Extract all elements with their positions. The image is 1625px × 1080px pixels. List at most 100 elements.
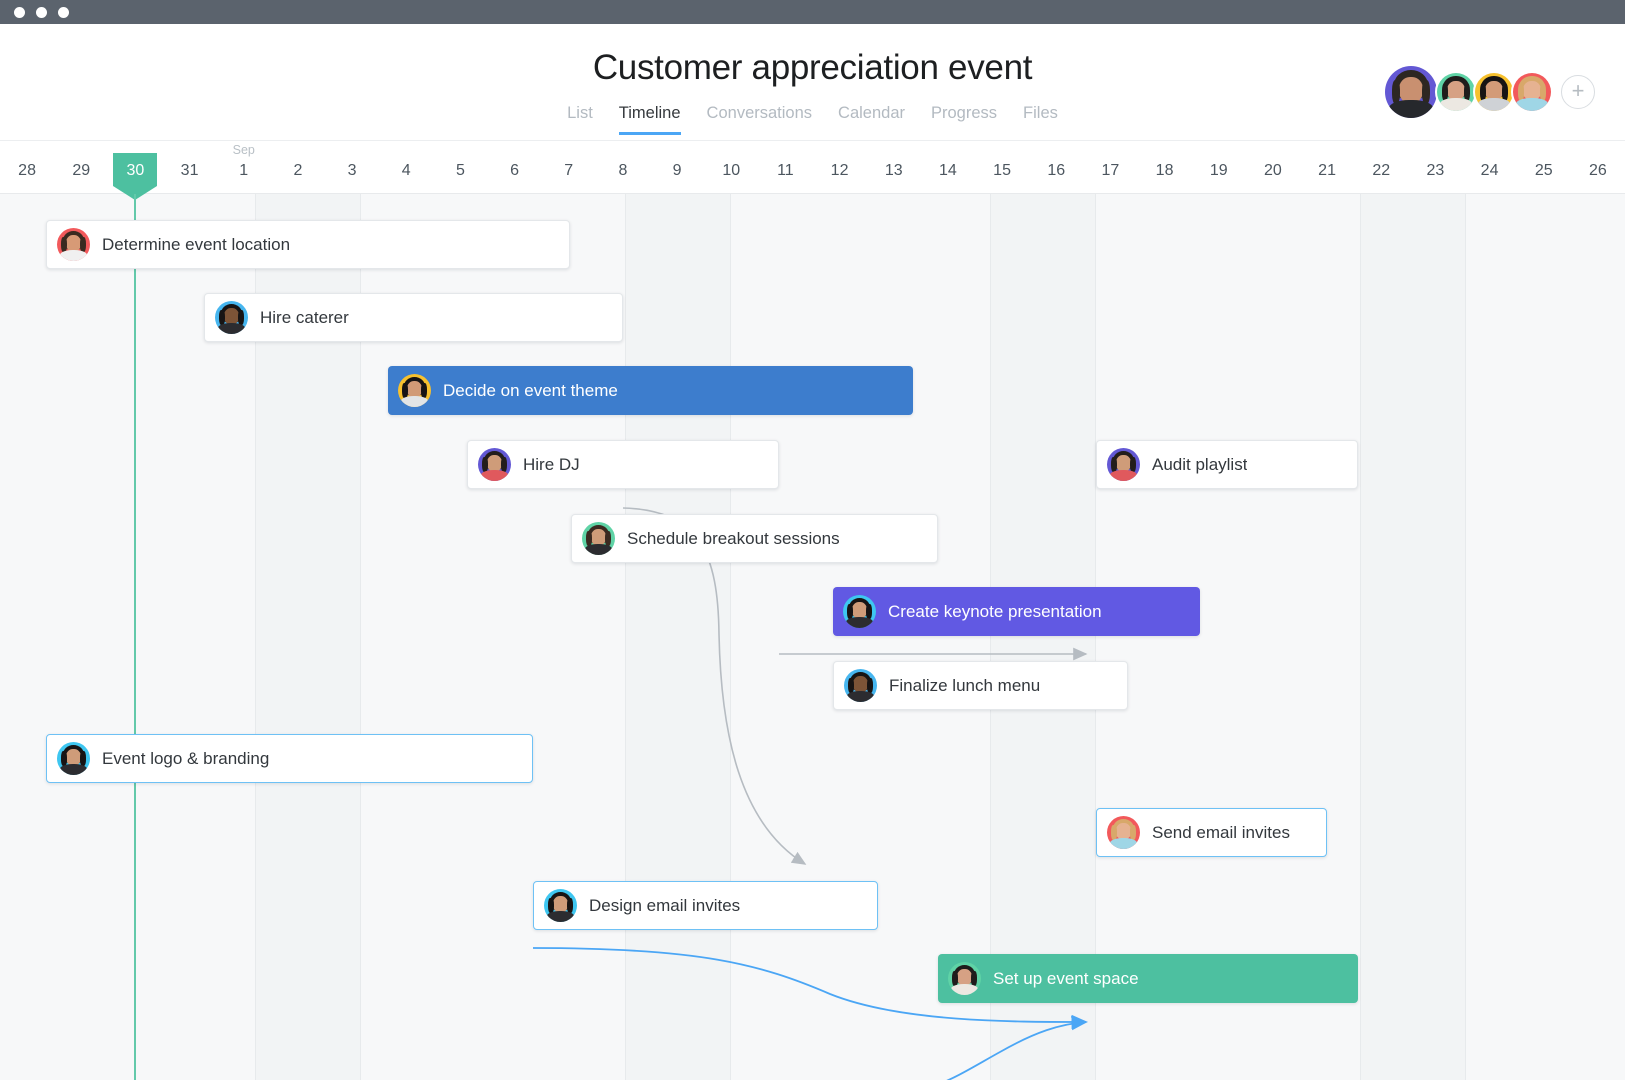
ruler-day[interactable]: 23 — [1408, 141, 1462, 194]
ruler-day-number: 12 — [813, 162, 867, 180]
tab-conversations[interactable]: Conversations — [707, 104, 812, 135]
task-assignee-avatar[interactable] — [398, 374, 431, 407]
tab-progress[interactable]: Progress — [931, 104, 997, 135]
ruler-day[interactable]: 24 — [1463, 141, 1517, 194]
ruler-day-number: 23 — [1408, 162, 1462, 180]
task-bar[interactable]: Set up event space — [938, 954, 1358, 1003]
tab-files[interactable]: Files — [1023, 104, 1058, 135]
ruler-day[interactable]: 16 — [1029, 141, 1083, 194]
avatar-face — [57, 742, 90, 775]
ruler-day-number: 7 — [542, 162, 596, 180]
add-member-button[interactable]: + — [1561, 75, 1595, 109]
ruler-day[interactable]: 10 — [704, 141, 758, 194]
task-bar[interactable]: Hire DJ — [467, 440, 779, 489]
ruler-day[interactable]: 25 — [1517, 141, 1571, 194]
ruler-day[interactable]: 3 — [325, 141, 379, 194]
minimize-icon[interactable] — [36, 7, 47, 18]
member-avatar-3[interactable] — [1473, 71, 1515, 113]
ruler-day[interactable]: 20 — [1246, 141, 1300, 194]
avatar-face — [948, 962, 981, 995]
grid-line — [1095, 194, 1096, 1080]
ruler-day[interactable]: 22 — [1354, 141, 1408, 194]
task-assignee-avatar[interactable] — [582, 522, 615, 555]
task-assignee-avatar[interactable] — [544, 889, 577, 922]
task-bar[interactable]: Finalize lunch menu — [833, 661, 1128, 710]
tab-calendar[interactable]: Calendar — [838, 104, 905, 135]
ruler-day-today[interactable]: 30 — [108, 141, 162, 194]
task-label: Finalize lunch menu — [889, 676, 1040, 696]
ruler-day[interactable]: 12 — [813, 141, 867, 194]
maximize-icon[interactable] — [58, 7, 69, 18]
task-label: Event logo & branding — [102, 749, 269, 769]
task-bar[interactable]: Event logo & branding — [46, 734, 533, 783]
member-avatar-2[interactable] — [1435, 71, 1477, 113]
avatar-face — [398, 374, 431, 407]
ruler-day[interactable]: 5 — [433, 141, 487, 194]
ruler-day[interactable]: 2 — [271, 141, 325, 194]
ruler-day-number: 21 — [1300, 162, 1354, 180]
task-assignee-avatar[interactable] — [57, 742, 90, 775]
task-bar[interactable]: Decide on event theme — [388, 366, 913, 415]
timeline-canvas[interactable]: Determine event location Hire caterer Deci… — [0, 194, 1625, 1080]
task-label: Set up event space — [993, 969, 1139, 989]
member-avatar-1[interactable] — [1383, 64, 1439, 120]
timeline-date-ruler[interactable]: 28293031Sep12345678910111213141516171819… — [0, 141, 1625, 194]
ruler-day[interactable]: 17 — [1083, 141, 1137, 194]
ruler-day[interactable]: Sep1 — [217, 141, 271, 194]
task-bar[interactable]: Determine event location — [46, 220, 570, 269]
task-assignee-avatar[interactable] — [1107, 448, 1140, 481]
task-assignee-avatar[interactable] — [478, 448, 511, 481]
ruler-day[interactable]: 14 — [921, 141, 975, 194]
ruler-day[interactable]: 18 — [1138, 141, 1192, 194]
ruler-day-number: 13 — [867, 162, 921, 180]
ruler-day[interactable]: 7 — [542, 141, 596, 194]
ruler-day[interactable]: 21 — [1300, 141, 1354, 194]
avatar-face — [843, 595, 876, 628]
task-label: Decide on event theme — [443, 381, 618, 401]
ruler-day-number: 11 — [758, 162, 812, 180]
avatar-face — [1513, 73, 1551, 111]
ruler-day[interactable]: 19 — [1192, 141, 1246, 194]
tab-timeline[interactable]: Timeline — [619, 104, 681, 135]
avatar-face — [1107, 816, 1140, 849]
ruler-day-number: 18 — [1138, 162, 1192, 180]
avatar-face — [544, 889, 577, 922]
ruler-day[interactable]: 15 — [975, 141, 1029, 194]
ruler-day[interactable]: 4 — [379, 141, 433, 194]
ruler-day[interactable]: 28 — [0, 141, 54, 194]
task-assignee-avatar[interactable] — [843, 595, 876, 628]
weekend-band — [625, 194, 730, 1080]
ruler-day[interactable]: 11 — [758, 141, 812, 194]
task-bar[interactable]: Design email invites — [533, 881, 878, 930]
task-bar[interactable]: Create keynote presentation — [833, 587, 1200, 636]
close-icon[interactable] — [14, 7, 25, 18]
ruler-day[interactable]: 29 — [54, 141, 108, 194]
ruler-day-number: 2 — [271, 162, 325, 180]
weekend-band — [1360, 194, 1465, 1080]
task-assignee-avatar[interactable] — [215, 301, 248, 334]
task-bar[interactable]: Schedule breakout sessions — [571, 514, 938, 563]
task-bar[interactable]: Send email invites — [1096, 808, 1327, 857]
app-header: Customer appreciation event ListTimeline… — [0, 24, 1625, 141]
task-assignee-avatar[interactable] — [844, 669, 877, 702]
ruler-day[interactable]: 8 — [596, 141, 650, 194]
grid-line — [625, 194, 626, 1080]
tab-list[interactable]: List — [567, 104, 593, 135]
ruler-day-number: 20 — [1246, 162, 1300, 180]
ruler-day-number: 5 — [433, 162, 487, 180]
task-bar[interactable]: Hire caterer — [204, 293, 623, 342]
ruler-day[interactable]: 26 — [1571, 141, 1625, 194]
avatar-face — [844, 669, 877, 702]
task-bar[interactable]: Audit playlist — [1096, 440, 1358, 489]
avatar-face — [1437, 73, 1475, 111]
ruler-day[interactable]: 31 — [163, 141, 217, 194]
ruler-day[interactable]: 9 — [650, 141, 704, 194]
ruler-day-number: 26 — [1571, 162, 1625, 180]
task-assignee-avatar[interactable] — [948, 962, 981, 995]
task-assignee-avatar[interactable] — [57, 228, 90, 261]
task-assignee-avatar[interactable] — [1107, 816, 1140, 849]
task-label: Design email invites — [589, 896, 740, 916]
ruler-day[interactable]: 13 — [867, 141, 921, 194]
ruler-day[interactable]: 6 — [488, 141, 542, 194]
member-avatar-4[interactable] — [1511, 71, 1553, 113]
